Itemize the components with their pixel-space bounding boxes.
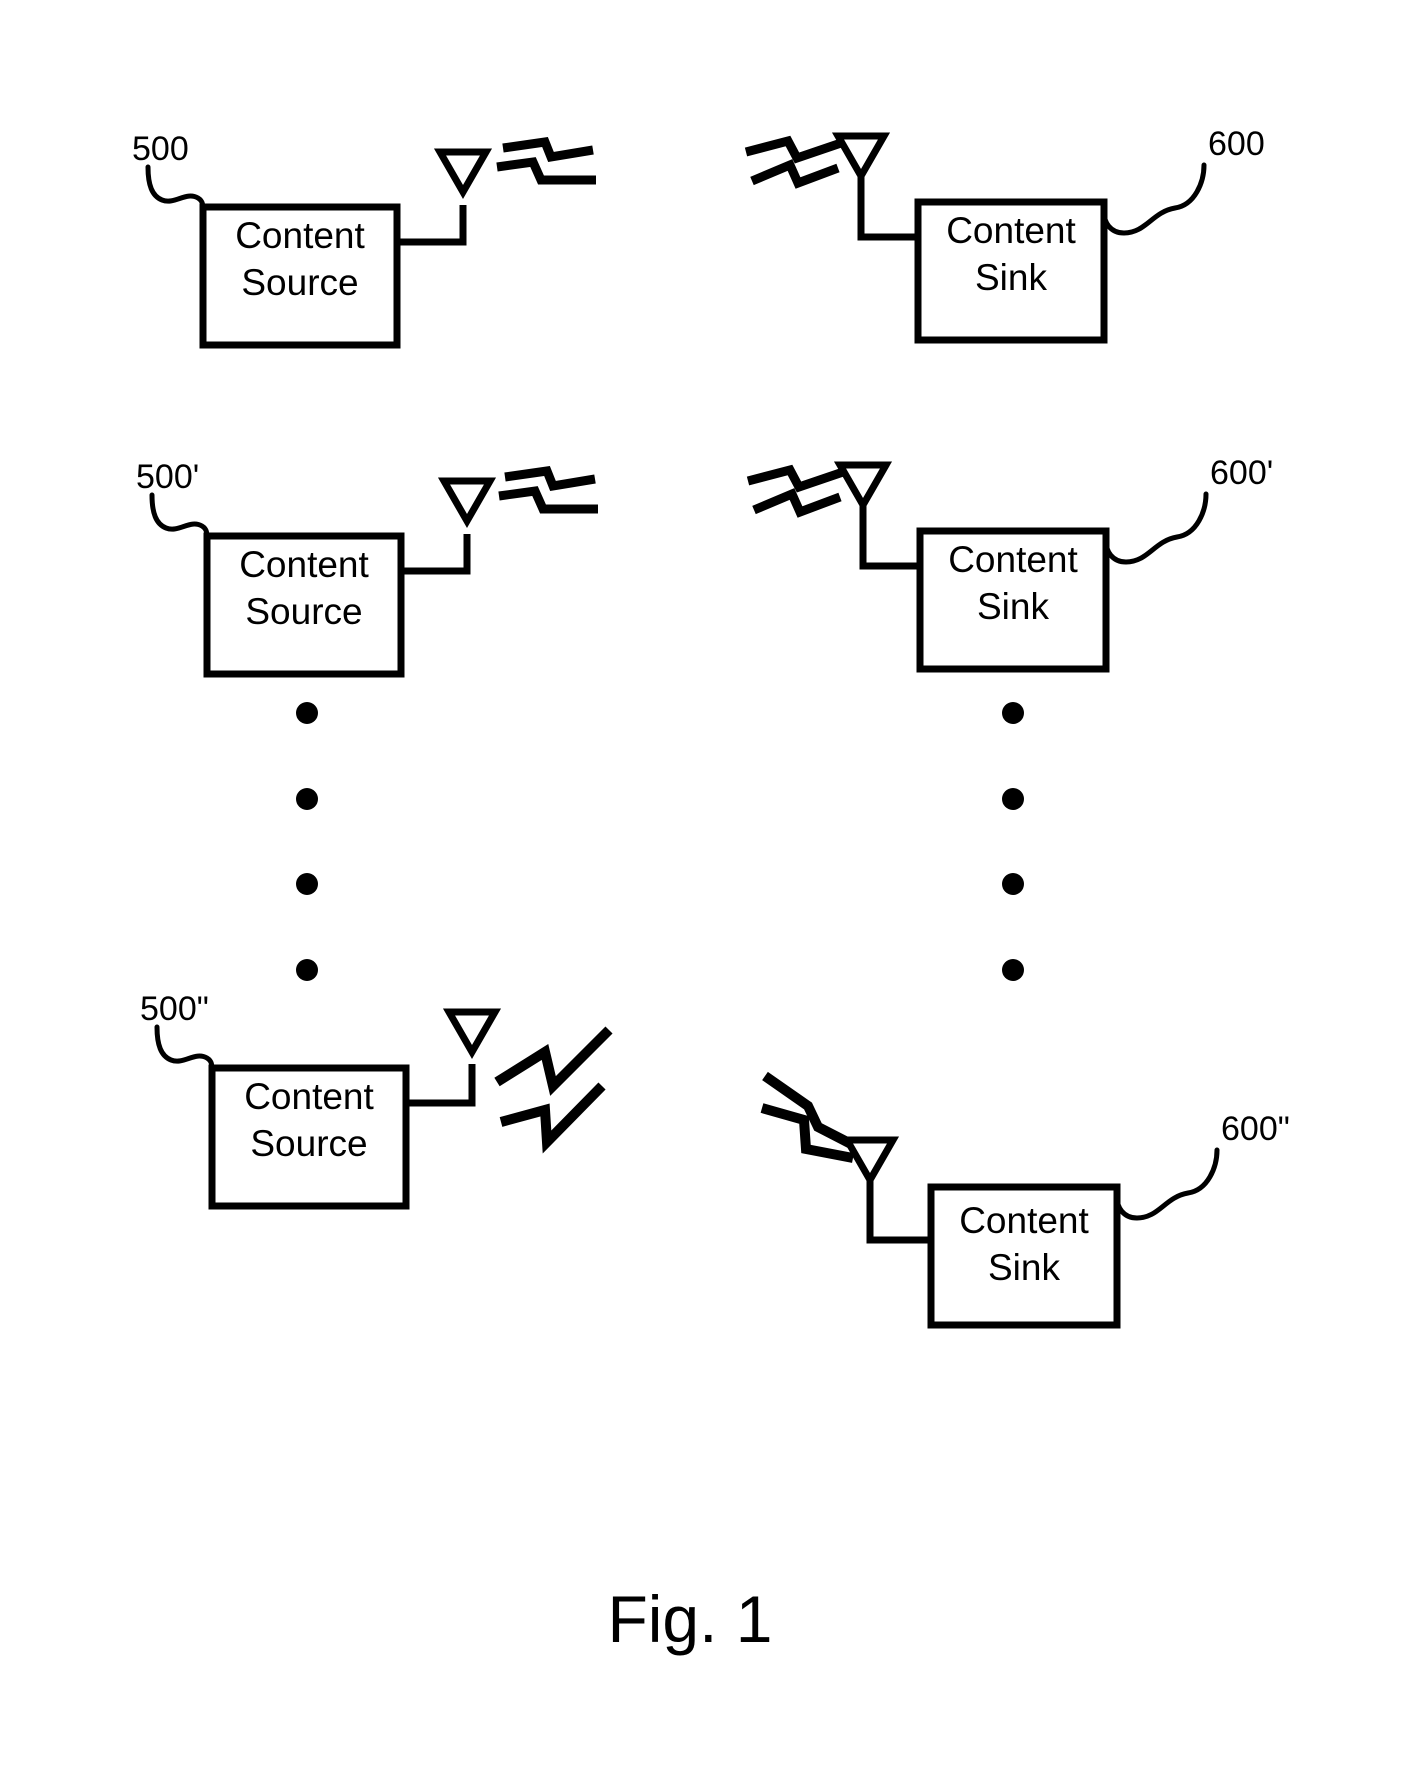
reference-leader-500dprime [154, 1024, 215, 1075]
content-sink-label-line1-600dprime: Content [959, 1200, 1089, 1241]
reference-number-500: 500 [132, 130, 189, 168]
content-source-label-line2-500: Source [241, 262, 358, 303]
receive-antenna-icon-600 [831, 132, 891, 184]
reference-number-600prime: 600' [1210, 454, 1273, 492]
ellipsis-dot [1002, 959, 1024, 981]
content-source-label-line2-500dprime: Source [250, 1123, 367, 1164]
reference-number-600: 600 [1208, 125, 1265, 163]
reference-number-500prime: 500' [136, 458, 199, 496]
content-sink-group-600: Content Sink 600 [744, 125, 1265, 344]
content-source-label-line1-500dprime: Content [244, 1076, 374, 1117]
reference-leader-600prime [1103, 491, 1209, 565]
radio-wave-outgoing-500prime [498, 466, 598, 514]
content-sink-group-600dprime: Content Sink 600" [760, 1071, 1290, 1329]
reference-leader-500prime [149, 492, 210, 543]
transmit-antenna-icon-500 [433, 148, 493, 200]
ellipsis-dot [296, 959, 318, 981]
figure-caption: Fig. 1 [607, 1582, 772, 1656]
content-sink-label-line2-600dprime: Sink [988, 1247, 1060, 1288]
content-source-label-line1-500prime: Content [239, 544, 369, 585]
reference-leader-500 [145, 164, 206, 215]
content-source-label-line2-500prime: Source [245, 591, 362, 632]
antenna-feed-line-600 [857, 176, 918, 241]
patent-figure-1: 500 Content Source Content Sink 600 500'… [0, 0, 1423, 1786]
ellipsis-dot [1002, 873, 1024, 895]
ellipsis-dot [1002, 702, 1024, 724]
content-sink-group-600prime: Content Sink 600' [746, 454, 1273, 673]
ellipsis-dot [296, 788, 318, 810]
receive-antenna-icon-600dprime [840, 1136, 900, 1188]
reference-number-600dprime: 600" [1221, 1110, 1290, 1148]
antenna-feed-line-500 [397, 205, 467, 246]
antenna-feed-line-500prime [401, 534, 471, 575]
reference-leader-600dprime [1114, 1147, 1220, 1221]
transmit-antenna-icon-500dprime [442, 1008, 502, 1060]
antenna-feed-line-500dprime [406, 1064, 476, 1107]
reference-number-500dprime: 500" [140, 990, 209, 1028]
antenna-feed-line-600prime [859, 505, 920, 570]
antenna-feed-line-600dprime [866, 1180, 931, 1244]
receive-antenna-icon-600prime [833, 461, 893, 513]
content-source-group-500: 500 Content Source [132, 130, 596, 349]
transmit-antenna-icon-500prime [437, 477, 497, 529]
reference-leader-600 [1101, 162, 1207, 236]
content-source-label-line1-500: Content [235, 215, 365, 256]
ellipsis-dot [296, 873, 318, 895]
ellipsis-dot [1002, 788, 1024, 810]
content-sink-label-line2-600: Sink [975, 257, 1047, 298]
content-source-group-500dprime: 500" Content Source [140, 990, 613, 1210]
content-sink-label-line1-600: Content [946, 210, 1076, 251]
content-sink-label-line1-600prime: Content [948, 539, 1078, 580]
ellipsis-dot [296, 702, 318, 724]
radio-wave-outgoing-500 [496, 137, 596, 185]
radio-wave-incoming-600prime [746, 464, 848, 518]
content-source-group-500prime: 500' Content Source [136, 458, 598, 678]
content-sink-label-line2-600prime: Sink [977, 586, 1049, 627]
radio-wave-outgoing-large-500dprime [494, 1026, 613, 1154]
vertical-ellipsis-left [296, 702, 318, 981]
radio-wave-incoming-large-600dprime [760, 1071, 858, 1163]
vertical-ellipsis-right [1002, 702, 1024, 981]
radio-wave-incoming-600 [744, 135, 846, 189]
